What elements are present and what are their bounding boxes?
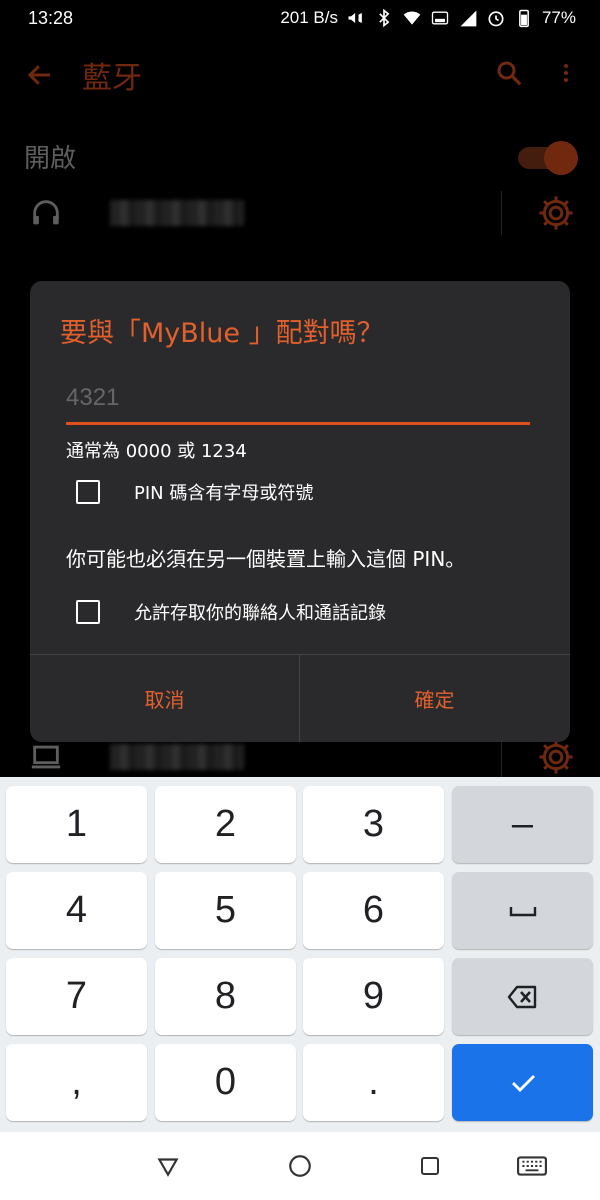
wifi-icon: [402, 8, 422, 28]
pin-hint: 通常為 0000 或 1234: [66, 441, 247, 462]
key-5[interactable]: 5: [155, 872, 296, 949]
search-icon[interactable]: [494, 58, 524, 92]
alarm-icon: [486, 8, 506, 28]
key-enter[interactable]: [452, 1044, 593, 1121]
more-vert-icon[interactable]: [554, 58, 578, 92]
contacts-checkbox[interactable]: [76, 600, 100, 624]
key-dash[interactable]: –: [452, 786, 593, 863]
status-bar: 13:28 201 B/s 77%: [0, 0, 600, 36]
space-icon: [509, 906, 536, 916]
cancel-button[interactable]: 取消: [30, 655, 299, 742]
key-6[interactable]: 6: [303, 872, 444, 949]
contacts-label: 允許存取你的聯絡人和通話記錄: [134, 603, 386, 624]
contacts-checkbox-row[interactable]: 允許存取你的聯絡人和通話記錄: [76, 599, 386, 625]
battery-percent: 77%: [541, 8, 576, 27]
home-circle-icon[interactable]: [282, 1148, 318, 1184]
gear-icon[interactable]: [536, 193, 576, 233]
key-7[interactable]: 7: [6, 958, 147, 1035]
back-triangle-icon[interactable]: [150, 1148, 186, 1184]
app-bar: 藍牙: [0, 36, 600, 114]
keyboard-switch-icon[interactable]: [514, 1148, 550, 1184]
key-8[interactable]: 8: [155, 958, 296, 1035]
pairing-dialog: 要與「MyBlue 」配對嗎？ 通常為 0000 或 1234 PIN 碼含有字…: [30, 281, 570, 742]
key-period[interactable]: .: [303, 1044, 444, 1121]
key-comma[interactable]: ,: [6, 1044, 147, 1121]
headset-icon: [24, 191, 68, 235]
key-space[interactable]: [452, 872, 593, 949]
paired-device-row[interactable]: [0, 178, 600, 248]
signal-icon: [458, 8, 478, 28]
key-9[interactable]: 9: [303, 958, 444, 1035]
key-4[interactable]: 4: [6, 872, 147, 949]
recents-square-icon[interactable]: [412, 1148, 448, 1184]
backspace-icon: [507, 985, 536, 1008]
page-title: 藍牙: [82, 61, 142, 96]
ok-button[interactable]: 確定: [300, 655, 569, 742]
bluetooth-toggle[interactable]: [518, 141, 578, 175]
key-backspace[interactable]: [452, 958, 593, 1035]
status-icons: 201 B/s 77%: [280, 8, 576, 28]
numeric-keyboard: 1 2 3 – 4 5 6 7 8 9 , 0 .: [0, 777, 600, 1132]
checkmark-icon: [511, 1074, 535, 1092]
dialog-title: 要與「MyBlue 」配對嗎？: [60, 318, 384, 349]
device-name-blurred: [110, 200, 244, 226]
megaphone-icon: [346, 8, 366, 28]
bluetooth-icon: [374, 8, 394, 28]
key-2[interactable]: 2: [155, 786, 296, 863]
device-name-blurred: [110, 744, 244, 770]
pin-note: 你可能也必須在另一個裝置上輸入這個 PIN。: [66, 547, 466, 571]
pin-letters-checkbox[interactable]: [76, 480, 100, 504]
battery-icon: [514, 8, 534, 28]
key-1[interactable]: 1: [6, 786, 147, 863]
system-nav-bar: [0, 1132, 600, 1200]
volte-icon: [430, 8, 450, 28]
pin-letters-label: PIN 碼含有字母或符號: [134, 483, 314, 504]
pin-input[interactable]: [66, 377, 530, 425]
status-time: 13:28: [28, 7, 74, 28]
key-3[interactable]: 3: [303, 786, 444, 863]
key-0[interactable]: 0: [155, 1044, 296, 1121]
gear-icon[interactable]: [536, 737, 576, 777]
bluetooth-toggle-label: 開啟: [24, 143, 77, 174]
back-arrow-icon[interactable]: [22, 57, 58, 93]
network-speed: 201 B/s: [280, 8, 338, 27]
pin-letters-checkbox-row[interactable]: PIN 碼含有字母或符號: [76, 479, 313, 505]
